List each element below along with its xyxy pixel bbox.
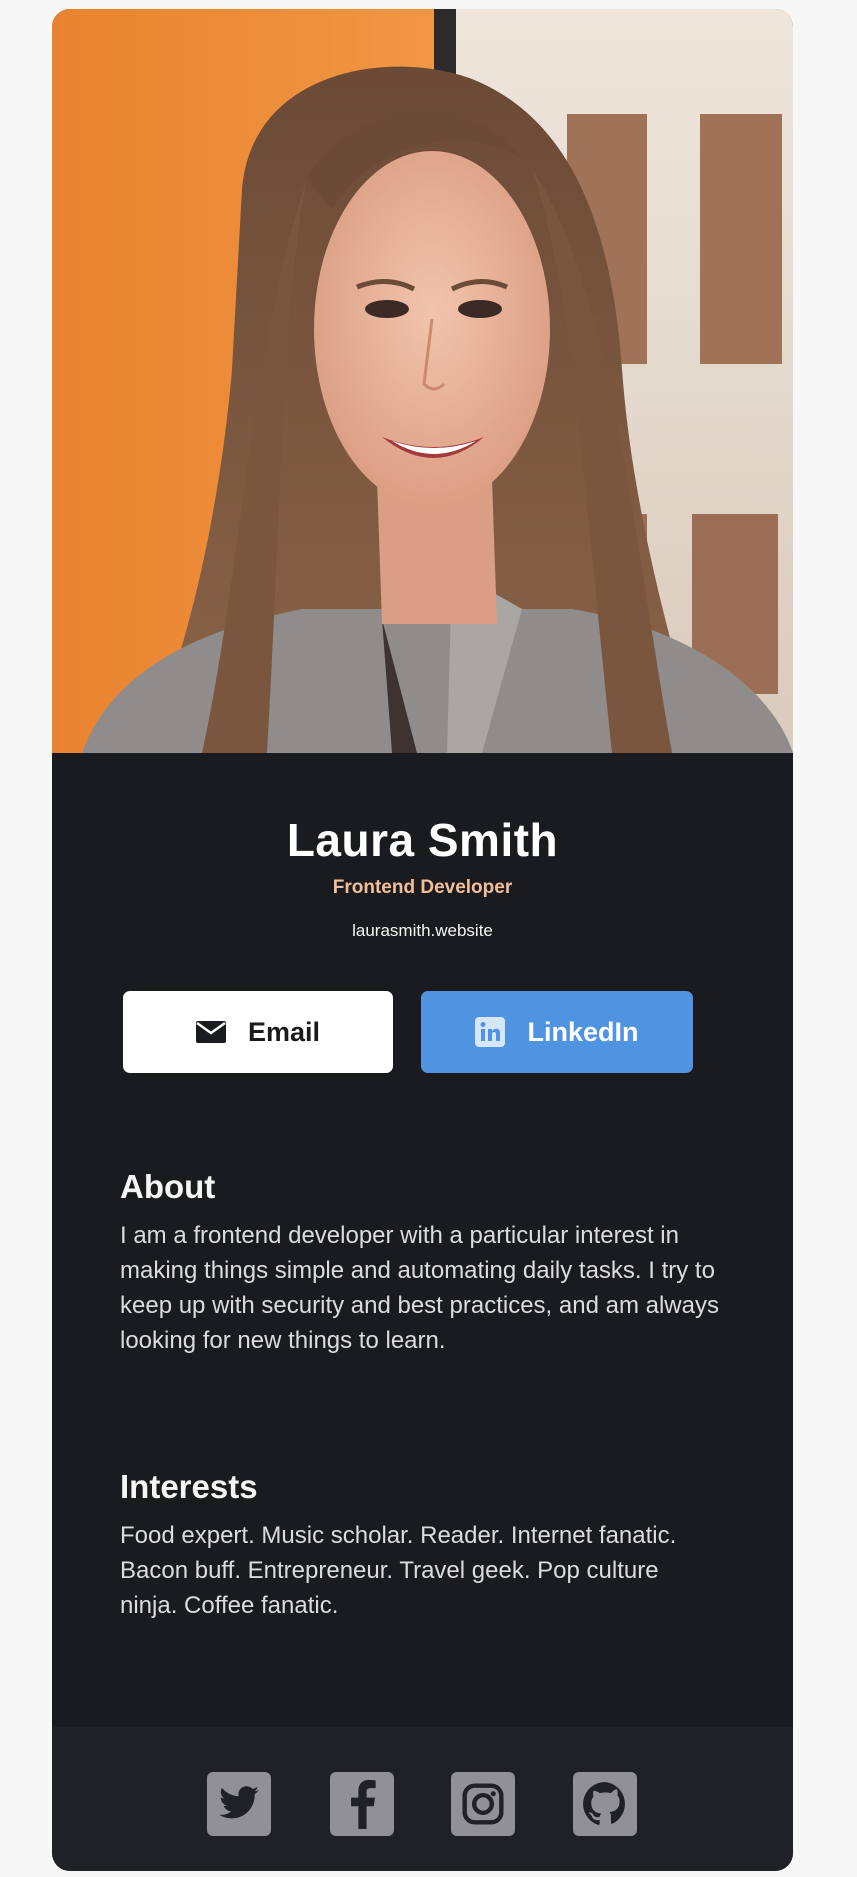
linkedin-button[interactable]: LinkedIn [421, 991, 693, 1073]
social-footer [52, 1727, 793, 1871]
profile-photo [52, 9, 793, 753]
instagram-icon[interactable] [451, 1772, 515, 1836]
interests-heading: Interests [120, 1468, 258, 1505]
email-button-label: Email [247, 1016, 321, 1047]
profile-role: Frontend Developer [332, 877, 513, 898]
linkedin-button-label: LinkedIn [527, 1016, 639, 1047]
contact-buttons: Email LinkedIn [123, 991, 693, 1073]
envelope-icon [195, 1021, 226, 1043]
profile-card: Laura Smith Frontend Developer laurasmit… [52, 9, 793, 1871]
email-button[interactable]: Email [123, 991, 393, 1073]
about-section: About I am a frontend developer with a p… [120, 1168, 720, 1358]
profile-info: Laura Smith Frontend Developer laurasmit… [52, 753, 793, 1619]
facebook-icon[interactable] [330, 1772, 394, 1836]
about-text: I am a frontend developer with a particu… [120, 1222, 719, 1354]
profile-website-link[interactable]: laurasmith.website [52, 921, 793, 941]
profile-name: Laura Smith [286, 814, 559, 866]
interests-section: Interests Food expert. Music scholar. Re… [120, 1468, 720, 1623]
about-heading: About [120, 1168, 216, 1205]
interests-text: Food expert. Music scholar. Reader. Inte… [120, 1522, 677, 1619]
twitter-icon[interactable] [207, 1772, 271, 1836]
github-icon[interactable] [573, 1772, 637, 1836]
linkedin-icon [475, 1017, 506, 1047]
